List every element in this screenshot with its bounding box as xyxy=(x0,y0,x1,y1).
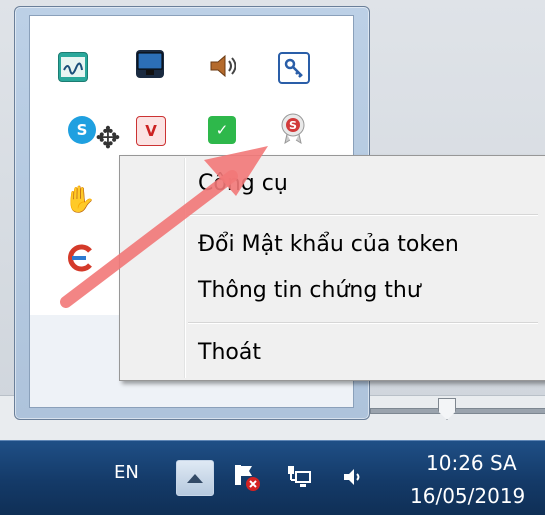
clock-time[interactable]: 10:26 SA xyxy=(426,451,517,475)
show-hidden-icons-button[interactable] xyxy=(176,460,214,496)
volume-icon[interactable] xyxy=(338,462,368,492)
annotation-arrow xyxy=(60,146,268,308)
network-icon[interactable] xyxy=(284,462,314,492)
chevron-up-icon xyxy=(187,474,203,483)
action-center-icon[interactable] xyxy=(232,462,262,492)
language-indicator[interactable]: EN xyxy=(114,462,139,483)
clock-date[interactable]: 16/05/2019 xyxy=(410,484,525,508)
